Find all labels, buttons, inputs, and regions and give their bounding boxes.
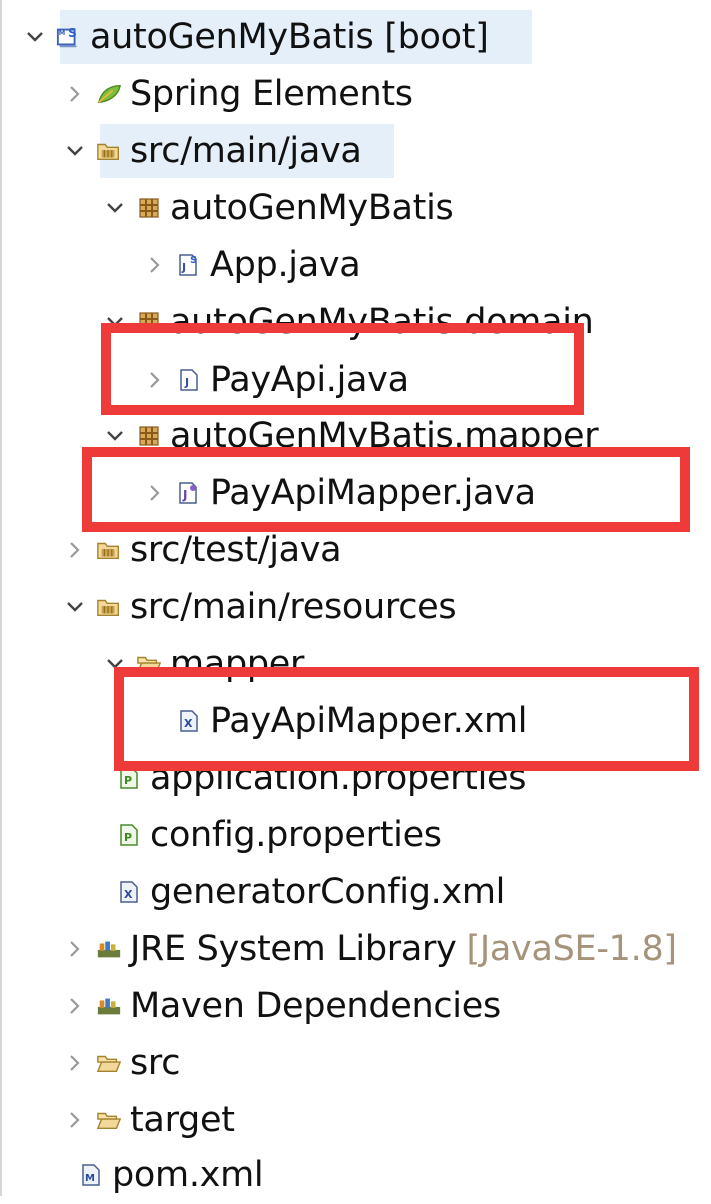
tree-item-src-main-java[interactable]: src/main/java — [60, 122, 362, 180]
folder-icon — [96, 1107, 122, 1133]
package-icon — [136, 423, 162, 449]
maven-spring-project-icon: MS — [56, 24, 82, 50]
tree-item-config-properties[interactable]: P config.properties — [110, 806, 442, 864]
highlight-box-payapimapper-xml — [114, 667, 699, 771]
svg-text:X: X — [124, 888, 133, 901]
tree-item-label: config.properties — [150, 814, 442, 855]
tree-item-label: Spring Elements — [130, 73, 413, 114]
svg-text:P: P — [124, 831, 132, 844]
tree-item-label: src — [130, 1042, 181, 1083]
tree-item-project[interactable]: MS autoGenMyBatis [boot] — [20, 8, 489, 66]
tree-item-generator-config[interactable]: X generatorConfig.xml — [110, 863, 505, 921]
xml-file-icon: X — [116, 879, 142, 905]
tree-item-label: src/test/java — [130, 529, 342, 570]
tree-item-app-java[interactable]: JS App.java — [140, 236, 361, 294]
svg-text:M: M — [59, 29, 65, 37]
highlight-box-payapi-java — [101, 323, 584, 415]
chevron-down-icon[interactable] — [60, 122, 90, 180]
svg-text:J: J — [181, 261, 186, 274]
svg-text:S: S — [68, 26, 77, 40]
tree-item-label: autoGenMyBatis — [170, 187, 454, 228]
tree-item-label: Maven Dependencies — [130, 985, 501, 1026]
library-icon — [96, 936, 122, 962]
tree-item-pom-xml[interactable]: M pom.xml — [72, 1146, 264, 1204]
tree-item-src-main-resources[interactable]: src/main/resources — [60, 578, 457, 636]
view-left-border — [0, 0, 2, 1196]
chevron-down-icon[interactable] — [60, 578, 90, 636]
tree-item-label: src/main/resources — [130, 586, 457, 627]
svg-text:M: M — [85, 1173, 95, 1184]
svg-text:P: P — [124, 774, 132, 787]
package-icon — [136, 195, 162, 221]
chevron-right-icon[interactable] — [60, 920, 90, 978]
chevron-right-icon[interactable] — [60, 1091, 90, 1149]
source-folder-icon — [96, 594, 122, 620]
tree-item-label: generatorConfig.xml — [150, 871, 506, 912]
chevron-down-icon[interactable] — [100, 179, 130, 237]
tree-item-decoration: [JavaSE-1.8] — [466, 928, 678, 969]
tree-item-label: autoGenMyBatis [boot] — [90, 16, 489, 57]
source-folder-icon — [96, 537, 122, 563]
properties-file-icon: P — [116, 822, 142, 848]
svg-text:S: S — [190, 255, 197, 266]
tree-item-jre-library[interactable]: JRE System Library [JavaSE-1.8] — [60, 920, 677, 978]
chevron-right-icon[interactable] — [60, 977, 90, 1035]
tree-item-spring-elements[interactable]: Spring Elements — [60, 65, 413, 123]
chevron-down-icon[interactable] — [20, 8, 50, 66]
tree-item-target-folder[interactable]: target — [60, 1091, 235, 1149]
java-spring-file-icon: JS — [176, 252, 202, 278]
tree-item-label: src/main/java — [130, 130, 362, 171]
tree-item-src-folder[interactable]: src — [60, 1034, 181, 1092]
highlight-box-payapimapper-java — [82, 447, 690, 532]
tree-item-label: pom.xml — [112, 1154, 264, 1195]
tree-item-label: target — [130, 1099, 235, 1140]
tree-item-package-root[interactable]: autoGenMyBatis — [100, 179, 454, 237]
tree-item-maven-dependencies[interactable]: Maven Dependencies — [60, 977, 501, 1035]
folder-icon — [96, 1050, 122, 1076]
spring-leaf-icon — [96, 81, 122, 107]
tree-item-label: JRE System Library — [130, 928, 457, 969]
library-icon — [96, 993, 122, 1019]
chevron-right-icon[interactable] — [60, 1034, 90, 1092]
tree-item-label: App.java — [210, 244, 361, 285]
chevron-right-icon[interactable] — [140, 236, 170, 294]
maven-pom-file-icon: M — [78, 1162, 104, 1188]
source-folder-icon — [96, 138, 122, 164]
chevron-right-icon[interactable] — [60, 65, 90, 123]
